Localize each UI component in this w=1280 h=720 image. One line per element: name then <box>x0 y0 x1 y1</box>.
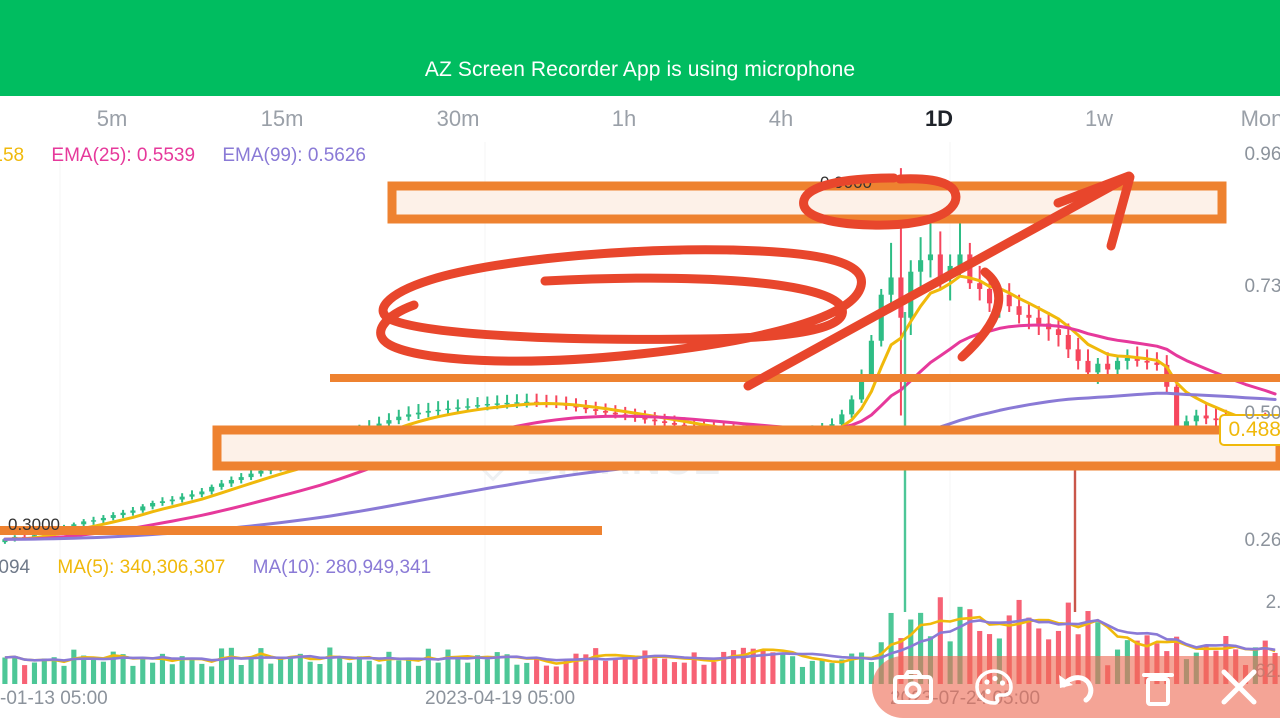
volume-indicator-legend: 21,094 MA(5): 340,306,307 MA(10): 280,94… <box>0 558 453 577</box>
undo-icon <box>1058 675 1094 703</box>
legend-ma5: MA(5): 340,306,307 <box>57 557 226 578</box>
delete-button[interactable] <box>1117 656 1199 718</box>
legend-ma10: MA(10): 280,949,341 <box>252 557 432 578</box>
timeframe-tab-1h[interactable]: 1h <box>612 96 636 142</box>
price-axis-label: 0.736 <box>1244 276 1280 297</box>
close-button[interactable] <box>1198 656 1280 718</box>
date-axis-label: -01-13 05:00 <box>0 688 108 709</box>
screenshot-button[interactable] <box>872 656 954 718</box>
trash-icon <box>1141 673 1174 706</box>
color-palette-button[interactable] <box>954 656 1036 718</box>
price-axis-label: 0.268 <box>1244 530 1280 551</box>
recorder-banner: AZ Screen Recorder App is using micropho… <box>0 0 1280 96</box>
palette-icon <box>975 669 1014 705</box>
price-axis-label: 0.969 <box>1244 144 1280 165</box>
timeframe-tab-mon[interactable]: Mon <box>1241 96 1280 142</box>
date-axis-label: 2023-04-19 05:00 <box>425 688 576 709</box>
price-axis-label: 0.502 <box>1244 403 1280 424</box>
undo-button[interactable] <box>1035 656 1117 718</box>
recorder-banner-text: AZ Screen Recorder App is using micropho… <box>424 58 856 81</box>
timeframe-tab-1d[interactable]: 1D <box>925 96 953 142</box>
volume-axis-label: 2.5 <box>1265 592 1280 613</box>
chart-area[interactable]: BINANCE 0.90000.3000 0.5158 EMA(25): 0.5… <box>0 142 1280 720</box>
timeframe-tab-5m[interactable]: 5m <box>97 96 128 142</box>
timeframe-tab-4h[interactable]: 4h <box>769 96 793 142</box>
legend-ema7: 0.5158 <box>0 145 25 166</box>
timeframe-tab-15m[interactable]: 15m <box>261 96 304 142</box>
spiral-ellipse-annotation <box>376 245 866 366</box>
camera-icon <box>892 670 933 704</box>
timeframe-tab-bar: 5m 15m 30m 1h 4h 1D 1w Mon <box>0 96 1280 143</box>
arrow-hook-annotation <box>957 267 1004 362</box>
annotation-toolbar[interactable] <box>872 656 1280 718</box>
close-icon <box>1221 669 1257 705</box>
legend-ema25: EMA(25): 0.5539 <box>51 145 196 166</box>
small-circle-annotation <box>799 173 961 230</box>
timeframe-tab-30m[interactable]: 30m <box>437 96 480 142</box>
legend-volume: 21,094 <box>0 557 31 578</box>
freehand-annotation-layer <box>376 171 1135 391</box>
timeframe-tab-1w[interactable]: 1w <box>1085 96 1113 142</box>
legend-ema99: EMA(99): 0.5626 <box>222 145 366 166</box>
price-indicator-legend: 0.5158 EMA(25): 0.5539 EMA(99): 0.5626 <box>0 146 388 165</box>
